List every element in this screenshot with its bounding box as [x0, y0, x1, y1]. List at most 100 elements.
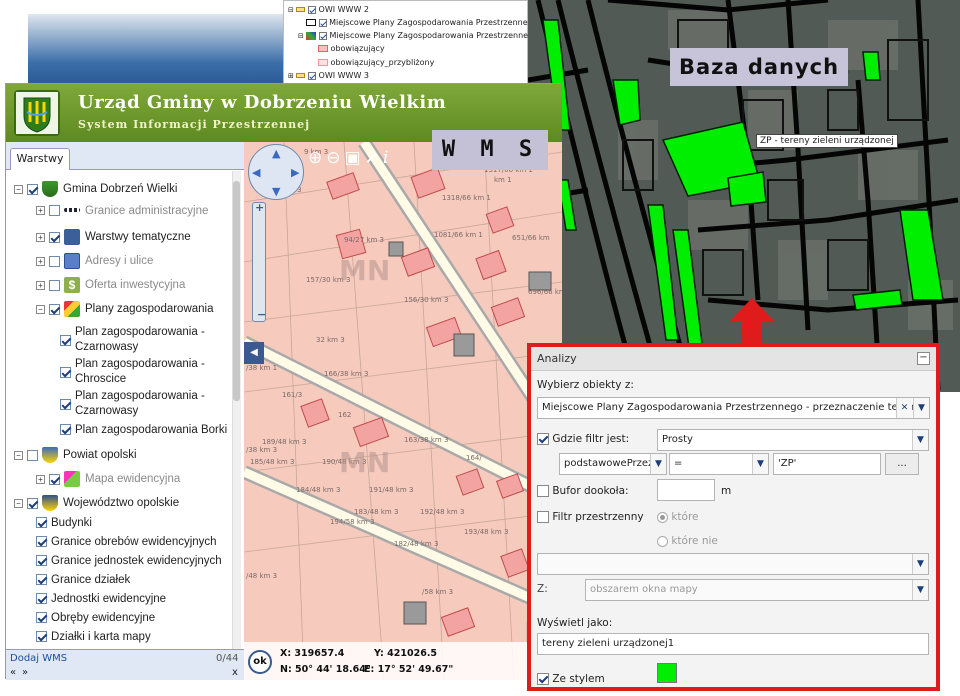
- tree-node-plany[interactable]: − Plany zagospodarowania: [36, 301, 214, 317]
- layer-checkbox[interactable]: [49, 473, 60, 485]
- radio-icon[interactable]: [657, 535, 668, 547]
- tree-node-warstwy[interactable]: + Warstwy tematyczne: [36, 229, 191, 245]
- filtr-przestrzenny-checkbox[interactable]: [537, 511, 549, 523]
- layer-checkbox[interactable]: [27, 497, 38, 509]
- layer-row[interactable]: Miejscowe Plany Zagospodarowania Przestr…: [306, 18, 543, 27]
- layer-checkbox[interactable]: [36, 517, 47, 529]
- z-select[interactable]: obszarem okna mapy ▼: [585, 579, 929, 601]
- expand-icon[interactable]: +: [36, 474, 45, 484]
- zoom-minus-icon[interactable]: −: [257, 308, 266, 321]
- layer-checkbox[interactable]: [49, 231, 60, 243]
- layer-checkbox[interactable]: [36, 612, 47, 624]
- layer-checkbox[interactable]: [49, 279, 60, 291]
- layer-checkbox[interactable]: [60, 399, 71, 410]
- layer-checkbox[interactable]: [60, 424, 71, 436]
- pan-down-icon[interactable]: ▼: [272, 185, 280, 198]
- bufor-input[interactable]: [657, 479, 715, 501]
- tree-node-plan-borki[interactable]: Plan zagospodarowania Borki: [60, 424, 227, 436]
- tab-warstwy[interactable]: Warstwy: [10, 148, 70, 170]
- nav-next-button[interactable]: »: [22, 667, 28, 678]
- tree-node-powiat[interactable]: − Powiat opolski: [14, 447, 137, 463]
- layer-checkbox[interactable]: [49, 205, 60, 217]
- expand-icon[interactable]: +: [36, 232, 45, 242]
- bufor-row[interactable]: Bufor dookoła:: [537, 485, 629, 497]
- collapse-panel-icon[interactable]: ◀: [244, 342, 264, 364]
- tree-node-granice-obrebow[interactable]: Granice obrebów ewidencyjnych: [36, 536, 217, 548]
- tree-node-budynki[interactable]: Budynki: [36, 517, 92, 529]
- tree-scrollbar-thumb[interactable]: [233, 181, 240, 401]
- chevron-down-icon[interactable]: ▼: [912, 554, 928, 574]
- filtr-checkbox[interactable]: [537, 433, 549, 445]
- ok-button[interactable]: ok: [248, 650, 272, 674]
- bufor-checkbox[interactable]: [537, 485, 549, 497]
- filtr-przestrzenny-row[interactable]: Filtr przestrzenny: [537, 511, 644, 523]
- source-layer-select[interactable]: Miejscowe Plany Zagospodarowania Przestr…: [537, 397, 930, 419]
- expand-icon[interactable]: +: [36, 206, 45, 216]
- tree-node-mapa-ewidencyjna[interactable]: + Mapa ewidencyjna: [36, 471, 180, 487]
- layer-row[interactable]: ⊟ OWI WWW 2: [288, 5, 369, 14]
- value-input[interactable]: 'ZP': [773, 453, 881, 475]
- tree-node-oferta[interactable]: + $ Oferta inwestycyjna: [36, 277, 185, 293]
- tree-node-plan-czarnowasy[interactable]: Plan zagospodarowania - Czarnowasy: [60, 325, 215, 355]
- nav-prev-button[interactable]: «: [10, 667, 16, 678]
- layer-checkbox[interactable]: [27, 183, 38, 195]
- tree-node-granice-dzialek[interactable]: Granice działek: [36, 574, 130, 586]
- minimize-icon[interactable]: −: [917, 352, 930, 365]
- clear-icon[interactable]: ✕: [896, 398, 912, 418]
- chevron-down-icon[interactable]: ▼: [913, 398, 929, 418]
- close-button[interactable]: x: [232, 667, 238, 678]
- ktore-nie-radio[interactable]: które nie: [657, 535, 718, 547]
- layer-checkbox[interactable]: [36, 631, 47, 643]
- filtr-checkbox-row[interactable]: Gdzie filtr jest:: [537, 433, 629, 445]
- ze-stylem-row[interactable]: Ze stylem: [537, 673, 605, 685]
- tree-node-obreby[interactable]: Obręby ewidencyjne: [36, 612, 155, 624]
- zoom-in-icon[interactable]: ⊕: [308, 148, 322, 168]
- layer-checkbox[interactable]: [36, 555, 47, 567]
- layer-checkbox[interactable]: [36, 574, 47, 586]
- tree-node-dzialki[interactable]: Działki i karta mapy: [36, 631, 151, 643]
- ze-stylem-checkbox[interactable]: [537, 673, 549, 685]
- tree-node-wojewodztwo[interactable]: − Województwo opolskie: [14, 495, 179, 511]
- spatial-layer-select[interactable]: ▼: [537, 553, 929, 575]
- filter-type-select[interactable]: Prosty ▼: [657, 429, 929, 451]
- tree-node-plan-czarnowasy-2[interactable]: Plan zagospodarowania - Czarnowasy: [60, 389, 215, 419]
- pan-control[interactable]: ▲ ▼ ◀ ▶: [248, 144, 304, 200]
- layer-row[interactable]: ⊞ OWI WWW 3: [288, 71, 369, 80]
- add-wms-link[interactable]: Dodaj WMS: [10, 653, 67, 664]
- pan-right-icon[interactable]: ▶: [291, 166, 299, 179]
- ktore-radio[interactable]: które: [657, 511, 699, 523]
- tree-node-gmina[interactable]: − Gmina Dobrzeń Wielki: [14, 181, 177, 197]
- collapse-icon[interactable]: −: [36, 304, 45, 314]
- pan-left-icon[interactable]: ◀: [252, 166, 260, 179]
- layer-checkbox[interactable]: [36, 536, 47, 548]
- pan-up-icon[interactable]: ▲: [272, 147, 280, 160]
- more-button[interactable]: ...: [885, 453, 919, 475]
- tree-node-adresy[interactable]: + Adresy i ulice: [36, 253, 153, 269]
- zoom-plus-icon[interactable]: +: [255, 201, 264, 214]
- tree-node-granice-jednostek[interactable]: Granice jednostek ewidencyjnych: [36, 555, 222, 567]
- collapse-icon[interactable]: −: [14, 450, 23, 460]
- chevron-down-icon[interactable]: ▼: [650, 454, 666, 474]
- style-color-swatch[interactable]: [657, 663, 677, 683]
- layer-checkbox[interactable]: [49, 255, 60, 267]
- expand-icon[interactable]: +: [36, 280, 45, 290]
- chevron-down-icon[interactable]: ▼: [912, 580, 928, 600]
- radio-icon[interactable]: [657, 511, 668, 523]
- tree-node-jednostki[interactable]: Jednostki ewidencyjne: [36, 593, 166, 605]
- operator-select[interactable]: = ▼: [669, 453, 769, 475]
- expand-icon[interactable]: +: [36, 256, 45, 266]
- tree-node-granice[interactable]: + Granice administracyjne: [36, 205, 208, 217]
- wms-map-view[interactable]: 1317/66 km 1 1318/66 km 1 1081/66 km 1 651/…: [244, 142, 562, 680]
- chevron-down-icon[interactable]: ▼: [912, 430, 928, 450]
- chevron-down-icon[interactable]: ▼: [752, 454, 768, 474]
- layer-checkbox[interactable]: [60, 335, 71, 346]
- output-name-input[interactable]: tereny zieleni urządzonej1: [537, 633, 929, 655]
- info-icon[interactable]: i: [383, 148, 388, 168]
- layer-checkbox[interactable]: [60, 367, 71, 378]
- layer-checkbox[interactable]: [49, 303, 60, 315]
- layer-row[interactable]: ⊟ Miejscowe Plany Zagospodarowania Przes…: [298, 31, 544, 40]
- collapse-icon[interactable]: −: [14, 184, 23, 194]
- collapse-icon[interactable]: −: [14, 498, 23, 508]
- layer-checkbox[interactable]: [36, 593, 47, 605]
- zoom-out-icon[interactable]: ⊖: [326, 148, 340, 168]
